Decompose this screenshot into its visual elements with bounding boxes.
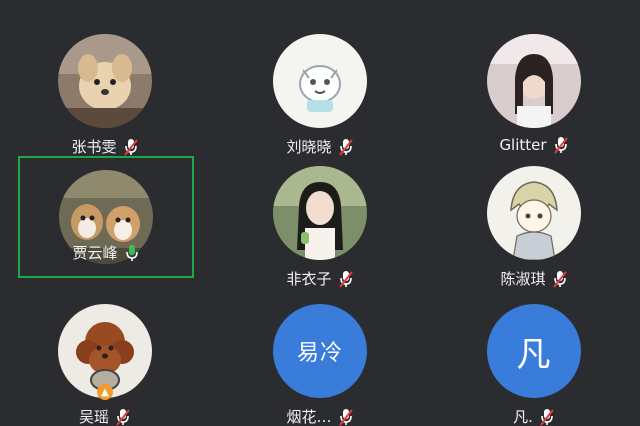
participant-name-row: 贾云峰 bbox=[20, 242, 192, 263]
dog-photo-avatar bbox=[58, 34, 152, 128]
meeting-participant-grid: 张书雯 刘晓晓 Glitter 贾云峰 非衣子 陈淑琪 ▲ 吴瑶 易冷 烟花… … bbox=[0, 0, 640, 426]
participant-tile-8[interactable]: 易冷 烟花… bbox=[232, 304, 408, 426]
participant-tile-5[interactable]: 非衣子 bbox=[232, 166, 408, 289]
mic-muted-icon bbox=[123, 138, 138, 156]
participant-tile-6[interactable]: 陈淑琪 bbox=[446, 166, 622, 289]
participant-name: 陈淑琪 bbox=[500, 270, 546, 288]
participant-name-row: 非衣子 bbox=[232, 268, 408, 289]
participant-name-row: 刘晓晓 bbox=[232, 136, 408, 157]
text-avatar: 易冷 bbox=[273, 304, 367, 398]
participant-name: Glitter bbox=[499, 136, 547, 154]
anime-avatar bbox=[487, 166, 581, 260]
portrait-photo-avatar bbox=[487, 34, 581, 128]
participant-name: 刘晓晓 bbox=[286, 138, 332, 156]
mic-muted-icon bbox=[338, 138, 353, 156]
text-avatar: 凡 bbox=[487, 304, 581, 398]
mic-muted-icon bbox=[540, 408, 554, 426]
mic-muted-icon bbox=[338, 408, 353, 426]
participant-tile-9[interactable]: 凡 凡. bbox=[446, 304, 622, 426]
participant-name-row: 陈淑琪 bbox=[446, 268, 622, 289]
mic-muted-icon bbox=[553, 137, 568, 154]
participant-name: 张书雯 bbox=[71, 138, 117, 156]
participant-name: 烟花… bbox=[286, 408, 332, 426]
participant-tile-4-active-speaker[interactable]: 贾云峰 bbox=[18, 156, 194, 278]
participant-tile-7[interactable]: ▲ 吴瑶 bbox=[17, 304, 193, 426]
participant-name-row: 凡. bbox=[446, 406, 622, 426]
participant-tile-3[interactable]: Glitter bbox=[446, 34, 622, 154]
participant-name-row: 吴瑶 bbox=[17, 406, 193, 426]
mic-muted-icon bbox=[552, 270, 567, 288]
portrait-photo-avatar bbox=[273, 166, 367, 260]
participant-name: 吴瑶 bbox=[78, 408, 109, 426]
host-badge-icon: ▲ bbox=[97, 384, 113, 400]
participant-name: 非衣子 bbox=[286, 270, 332, 288]
participant-name-row: 张书雯 bbox=[17, 136, 193, 157]
cartoon-avatar bbox=[273, 34, 367, 128]
participant-name-row: 烟花… bbox=[232, 406, 408, 426]
mic-muted-icon bbox=[338, 270, 353, 288]
mic-muted-icon bbox=[116, 408, 130, 426]
participant-tile-2[interactable]: 刘晓晓 bbox=[232, 34, 408, 157]
participant-name-row: Glitter bbox=[446, 136, 622, 154]
participant-name: 贾云峰 bbox=[72, 244, 118, 262]
participant-name: 凡. bbox=[513, 408, 533, 426]
mic-speaking-icon bbox=[125, 244, 138, 261]
participant-tile-1[interactable]: 张书雯 bbox=[17, 34, 193, 157]
